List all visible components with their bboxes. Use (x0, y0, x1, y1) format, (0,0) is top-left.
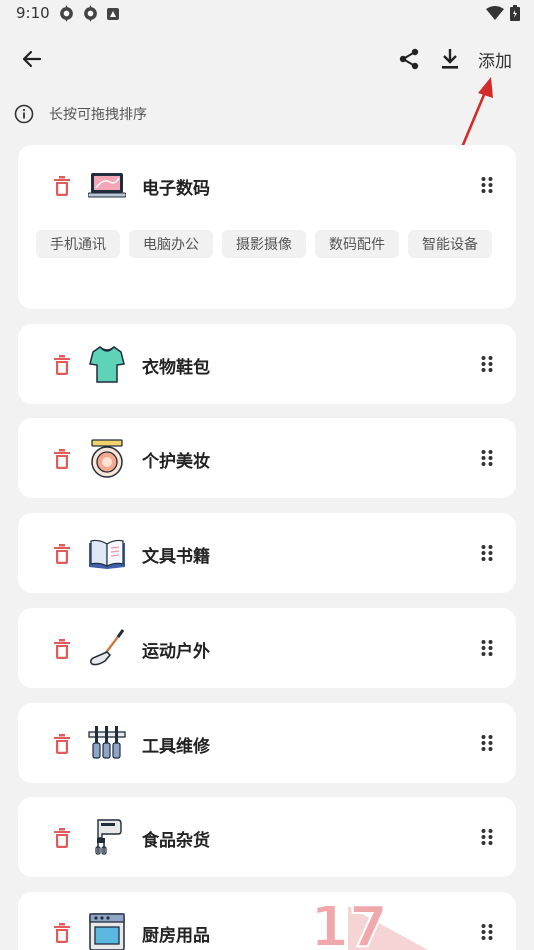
category-name: 工具维修 (142, 737, 210, 757)
status-time: 9:10 (16, 4, 50, 22)
delete-button[interactable] (52, 638, 72, 660)
category-card: 厨房用品 (18, 892, 516, 950)
open-book-icon (88, 533, 126, 573)
share-icon (399, 48, 419, 70)
category-name: 厨房用品 (142, 926, 210, 946)
category-row: 运动户外 (18, 608, 516, 688)
oven-icon (88, 912, 126, 950)
svg-text:17: 17 (310, 895, 388, 950)
category-card: 运动户外 (18, 608, 516, 688)
subcategory-chip[interactable]: 电脑办公 (129, 230, 213, 258)
category-row: 电子数码 (18, 145, 516, 225)
screen: 9:10 添加 长按可拖拽排序 电子数码 手机通讯 电脑办公 摄影摄像 数码配件… (0, 0, 534, 950)
category-row: 个护美妆 (18, 418, 516, 498)
download-button[interactable] (436, 45, 464, 73)
delete-button[interactable] (52, 922, 72, 944)
status-notification-icons (58, 5, 120, 22)
drag-handle-icon[interactable] (480, 544, 494, 562)
category-card: 食品杂货 (18, 797, 516, 877)
subcategory-chip[interactable]: 数码配件 (315, 230, 399, 258)
category-name: 食品杂货 (142, 831, 210, 851)
app-notification-icon (107, 7, 119, 20)
drag-handle-icon[interactable] (480, 828, 494, 846)
category-row: 厨房用品 (18, 892, 516, 950)
delete-button[interactable] (52, 733, 72, 755)
delete-button[interactable] (52, 175, 72, 197)
info-icon (14, 104, 34, 124)
category-row: 食品杂货 (18, 797, 516, 877)
category-card: 工具维修 (18, 703, 516, 783)
drag-handle-icon[interactable] (480, 176, 494, 194)
trash-icon (54, 639, 70, 659)
drag-handle-icon[interactable] (480, 449, 494, 467)
delete-button[interactable] (52, 354, 72, 376)
drag-handle-icon[interactable] (480, 639, 494, 657)
subcategory-chip[interactable]: 摄影摄像 (222, 230, 306, 258)
category-card: 电子数码 手机通讯 电脑办公 摄影摄像 数码配件 智能设备 (18, 145, 516, 309)
subcategory-chip[interactable]: 手机通讯 (36, 230, 120, 258)
trash-icon (54, 828, 70, 848)
category-row: 衣物鞋包 (18, 324, 516, 404)
delete-button[interactable] (52, 543, 72, 565)
category-name: 电子数码 (142, 179, 210, 199)
category-card: 衣物鞋包 (18, 324, 516, 404)
delete-button[interactable] (52, 448, 72, 470)
subcategory-chip[interactable]: 智能设备 (408, 230, 492, 258)
watermark-logo: 17 (309, 894, 428, 950)
trash-icon (54, 355, 70, 375)
golf-club-icon (88, 628, 126, 668)
download-icon (442, 49, 458, 69)
trash-icon (54, 734, 70, 754)
category-name: 文具书籍 (142, 547, 210, 567)
category-name: 衣物鞋包 (142, 358, 210, 378)
hint-text: 长按可拖拽排序 (49, 107, 147, 123)
drag-handle-icon[interactable] (480, 355, 494, 373)
trash-icon (54, 923, 70, 943)
arrow-left-icon (22, 50, 42, 68)
wifi-icon (486, 5, 504, 20)
settings-gear-icon (60, 5, 73, 22)
trash-icon (54, 544, 70, 564)
tool-rack-icon (88, 723, 126, 763)
hand-mixer-icon (88, 817, 126, 857)
compact-mirror-icon (88, 438, 126, 478)
add-button[interactable]: 添加 (478, 47, 512, 72)
category-row: 文具书籍 (18, 513, 516, 593)
drag-handle-icon[interactable] (480, 734, 494, 752)
laptop-icon (87, 165, 127, 205)
status-system-icons (486, 5, 520, 21)
status-bar: 9:10 (0, 0, 534, 28)
category-name: 运动户外 (142, 642, 210, 662)
tshirt-icon (88, 344, 126, 384)
battery-icon (510, 5, 520, 21)
drag-sort-hint: 长按可拖拽排序 (14, 104, 147, 124)
back-button[interactable] (16, 44, 48, 74)
trash-icon (54, 449, 70, 469)
delete-button[interactable] (52, 827, 72, 849)
category-name: 个护美妆 (142, 452, 210, 472)
trash-icon (54, 176, 70, 196)
category-card: 个护美妆 (18, 418, 516, 498)
drag-handle-icon[interactable] (480, 923, 494, 941)
share-button[interactable] (395, 45, 423, 73)
subcategory-list: 手机通讯 电脑办公 摄影摄像 数码配件 智能设备 (36, 230, 496, 258)
settings-gear-icon (84, 5, 97, 22)
category-card: 文具书籍 (18, 513, 516, 593)
category-row: 工具维修 (18, 703, 516, 783)
